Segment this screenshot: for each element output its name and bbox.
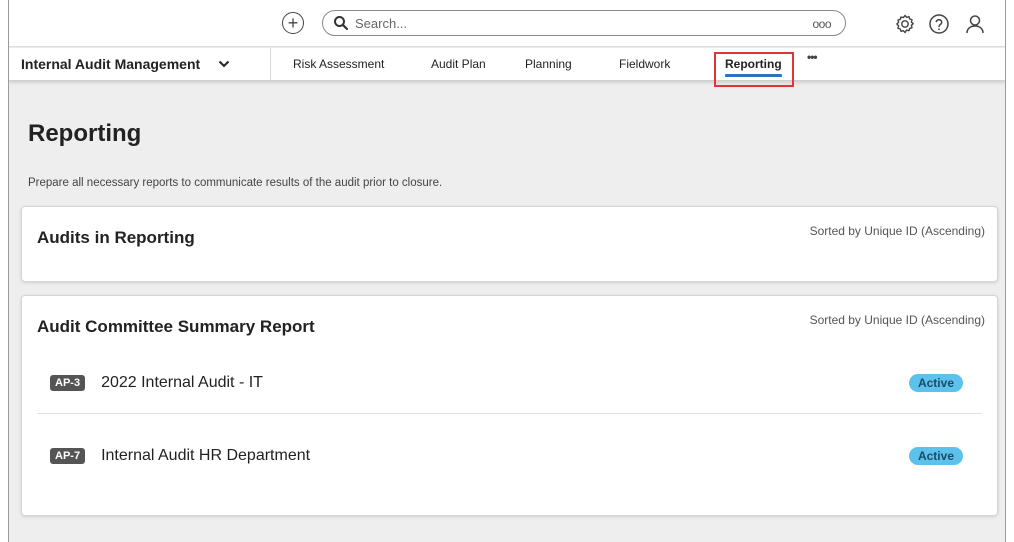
help-icon[interactable] <box>927 12 951 36</box>
status-badge: Active <box>908 373 963 392</box>
id-badge: AP-3 <box>50 374 86 391</box>
card-audit-committee-summary: Audit Committee Summary Report Sorted by… <box>21 295 998 516</box>
tab-risk-assessment[interactable]: Risk Assessment <box>293 48 384 80</box>
tab-audit-plan[interactable]: Audit Plan <box>431 48 486 80</box>
search-icon <box>334 16 349 31</box>
sort-label[interactable]: Sorted by Unique ID (Ascending) <box>810 224 985 238</box>
sort-label[interactable]: Sorted by Unique ID (Ascending) <box>810 313 985 327</box>
page-title: Reporting <box>28 120 142 147</box>
list-item[interactable]: AP-7 Internal Audit HR Department Active <box>37 425 982 487</box>
tab-fieldwork[interactable]: Fieldwork <box>619 48 670 80</box>
app-window: + ooo Internal Audit Management <box>8 0 1006 542</box>
list-item-label: 2022 Internal Audit - IT <box>101 373 263 391</box>
chevron-down-icon <box>218 60 230 68</box>
card-title: Audit Committee Summary Report <box>37 317 315 336</box>
top-bar: + ooo <box>9 0 1005 47</box>
page-description: Prepare all necessary reports to communi… <box>28 177 443 189</box>
nav-divider <box>270 48 271 80</box>
add-icon[interactable]: + <box>282 12 304 34</box>
list-item[interactable]: AP-3 2022 Internal Audit - IT Active <box>37 352 982 414</box>
user-icon[interactable] <box>963 12 987 36</box>
more-tabs-icon[interactable]: ••• <box>807 50 818 64</box>
status-badge: Active <box>908 447 963 465</box>
search-bar[interactable]: ooo <box>322 10 846 36</box>
highlight-box <box>714 52 794 87</box>
tab-planning[interactable]: Planning <box>525 48 572 80</box>
list-item-label: Internal Audit HR Department <box>101 447 311 464</box>
card-audits-in-reporting: Audits in Reporting Sorted by Unique ID … <box>21 206 998 282</box>
card-title: Audits in Reporting <box>37 228 195 247</box>
app-name: Internal Audit Management <box>21 56 201 72</box>
search-input[interactable] <box>355 15 775 31</box>
app-switcher[interactable]: Internal Audit Management <box>21 48 230 80</box>
search-options-icon[interactable]: ooo <box>812 17 831 31</box>
nav-bar: Internal Audit Management Risk Assessmen… <box>9 48 1005 81</box>
gear-icon[interactable] <box>893 12 917 36</box>
id-badge: AP-7 <box>50 448 86 464</box>
